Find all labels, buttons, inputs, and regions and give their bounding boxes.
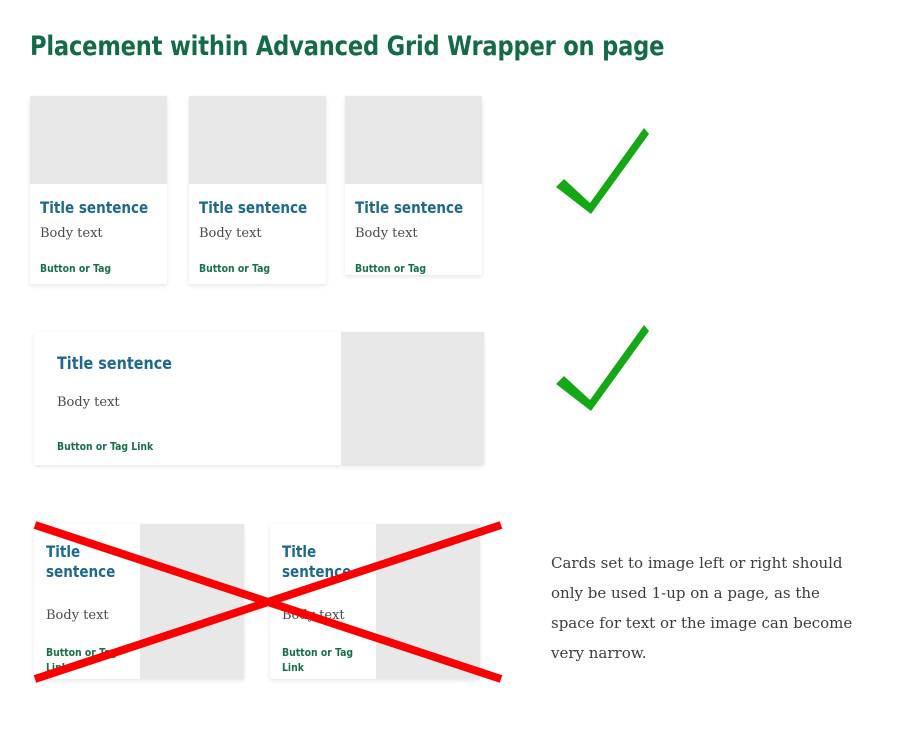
page-title: Placement within Advanced Grid Wrapper o… bbox=[30, 31, 665, 62]
card-row3-item1[interactable]: Title sentence Body text Button or Tag L… bbox=[34, 524, 244, 679]
check-mark-icon bbox=[552, 315, 652, 420]
card-title: Title sentence bbox=[57, 354, 172, 374]
card-title: Title sentence bbox=[46, 542, 116, 581]
card-body-text: Body text bbox=[355, 226, 418, 241]
card-title: Title sentence bbox=[199, 198, 308, 217]
card-title: Title sentence bbox=[282, 542, 352, 581]
card-link[interactable]: Button or Tag Link bbox=[57, 439, 324, 454]
card-row3-item2[interactable]: Title sentence Body text Button or Tag L… bbox=[270, 524, 480, 679]
image-placeholder bbox=[345, 96, 482, 184]
card-body-text: Body text bbox=[46, 608, 109, 623]
card-body-text: Body text bbox=[57, 395, 120, 410]
image-placeholder bbox=[376, 524, 480, 679]
card-title: Title sentence bbox=[40, 198, 149, 217]
card-body: Title sentence Body text Button or Tag L… bbox=[34, 332, 341, 465]
card-link[interactable]: Button or Tag bbox=[40, 261, 150, 276]
card-row2-item1[interactable]: Title sentence Body text Button or Tag L… bbox=[34, 332, 484, 465]
card-body: Title sentence Body text Button or Tag L… bbox=[270, 524, 376, 679]
card-row1-item3[interactable]: Title sentence Body text Button or Tag bbox=[345, 96, 482, 275]
image-placeholder bbox=[341, 332, 484, 465]
image-placeholder bbox=[140, 524, 244, 679]
card-link[interactable]: Button or Tag Link bbox=[282, 645, 370, 675]
card-link[interactable]: Button or Tag Link bbox=[46, 645, 134, 675]
card-link[interactable]: Button or Tag bbox=[199, 261, 309, 276]
card-row1-item2[interactable]: Title sentence Body text Button or Tag bbox=[189, 96, 326, 284]
card-body-text: Body text bbox=[40, 226, 103, 241]
card-body: Title sentence Body text Button or Tag bbox=[189, 184, 326, 276]
image-placeholder bbox=[189, 96, 326, 184]
card-body: Title sentence Body text Button or Tag L… bbox=[34, 524, 140, 679]
card-body: Title sentence Body text Button or Tag bbox=[345, 184, 482, 275]
guidance-note: Cards set to image left or right should … bbox=[551, 554, 853, 662]
card-title: Title sentence bbox=[355, 198, 464, 217]
card-body-text: Body text bbox=[199, 226, 262, 241]
card-body: Title sentence Body text Button or Tag bbox=[30, 184, 167, 276]
check-mark-icon bbox=[552, 118, 652, 223]
card-link[interactable]: Button or Tag bbox=[355, 261, 465, 275]
card-body-text: Body text bbox=[282, 608, 345, 623]
image-placeholder bbox=[30, 96, 167, 184]
card-row1-item1[interactable]: Title sentence Body text Button or Tag bbox=[30, 96, 167, 284]
